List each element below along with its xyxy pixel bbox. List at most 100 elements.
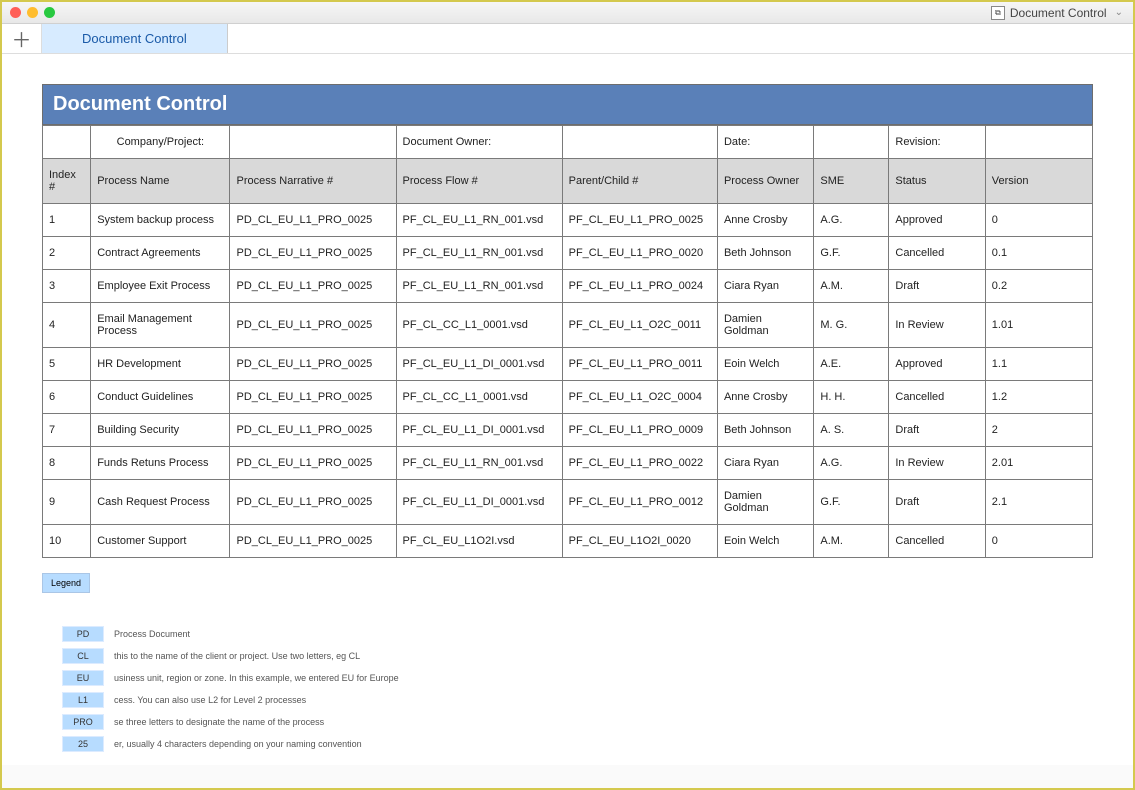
th-flow[interactable]: Process Flow #	[396, 159, 562, 204]
table-row[interactable]: 2Contract AgreementsPD_CL_EU_L1_PRO_0025…	[43, 237, 1093, 270]
th-owner[interactable]: Process Owner	[717, 159, 813, 204]
cell-sme[interactable]: A.M.	[814, 525, 889, 558]
meta-cell[interactable]	[814, 126, 889, 159]
cell-sme[interactable]: A.M.	[814, 270, 889, 303]
cell-status[interactable]: In Review	[889, 447, 985, 480]
cell-pc[interactable]: PF_CL_EU_L1_O2C_0004	[562, 381, 717, 414]
cell-narr[interactable]: PD_CL_EU_L1_PRO_0025	[230, 270, 396, 303]
cell-pc[interactable]: PF_CL_EU_L1_PRO_0025	[562, 204, 717, 237]
cell-name[interactable]: Email Management Process	[91, 303, 230, 348]
th-idx[interactable]: Index #	[43, 159, 91, 204]
th-narr[interactable]: Process Narrative #	[230, 159, 396, 204]
table-row[interactable]: 4Email Management ProcessPD_CL_EU_L1_PRO…	[43, 303, 1093, 348]
cell-flow[interactable]: PF_CL_EU_L1_RN_001.vsd	[396, 447, 562, 480]
maximize-window-icon[interactable]	[44, 7, 55, 18]
cell-flow[interactable]: PF_CL_EU_L1O2I.vsd	[396, 525, 562, 558]
th-pc[interactable]: Parent/Child #	[562, 159, 717, 204]
cell-status[interactable]: Cancelled	[889, 525, 985, 558]
cell-ver[interactable]: 2.1	[985, 480, 1092, 525]
cell-pc[interactable]: PF_CL_EU_L1O2I_0020	[562, 525, 717, 558]
cell-status[interactable]: Draft	[889, 414, 985, 447]
cell-name[interactable]: Conduct Guidelines	[91, 381, 230, 414]
cell-narr[interactable]: PD_CL_EU_L1_PRO_0025	[230, 447, 396, 480]
cell-name[interactable]: Employee Exit Process	[91, 270, 230, 303]
cell-ver[interactable]: 2.01	[985, 447, 1092, 480]
cell-narr[interactable]: PD_CL_EU_L1_PRO_0025	[230, 381, 396, 414]
cell-name[interactable]: HR Development	[91, 348, 230, 381]
close-window-icon[interactable]	[10, 7, 21, 18]
cell-sme[interactable]: H. H.	[814, 381, 889, 414]
meta-date[interactable]: Date:	[717, 126, 813, 159]
table-row[interactable]: 1System backup processPD_CL_EU_L1_PRO_00…	[43, 204, 1093, 237]
tab-document-control[interactable]: Document Control	[42, 24, 228, 53]
cell-owner[interactable]: Damien Goldman	[717, 480, 813, 525]
cell-narr[interactable]: PD_CL_EU_L1_PRO_0025	[230, 348, 396, 381]
cell-ver[interactable]: 0.1	[985, 237, 1092, 270]
th-name[interactable]: Process Name	[91, 159, 230, 204]
cell-name[interactable]: Funds Retuns Process	[91, 447, 230, 480]
cell-pc[interactable]: PF_CL_EU_L1_PRO_0011	[562, 348, 717, 381]
cell-owner[interactable]: Beth Johnson	[717, 237, 813, 270]
cell-owner[interactable]: Beth Johnson	[717, 414, 813, 447]
cell-idx[interactable]: 7	[43, 414, 91, 447]
table-row[interactable]: 8Funds Retuns ProcessPD_CL_EU_L1_PRO_002…	[43, 447, 1093, 480]
meta-cell[interactable]	[985, 126, 1092, 159]
meta-cell[interactable]	[43, 126, 91, 159]
cell-idx[interactable]: 9	[43, 480, 91, 525]
meta-docowner[interactable]: Document Owner:	[396, 126, 562, 159]
cell-idx[interactable]: 10	[43, 525, 91, 558]
cell-ver[interactable]: 1.1	[985, 348, 1092, 381]
cell-status[interactable]: Draft	[889, 270, 985, 303]
cell-idx[interactable]: 3	[43, 270, 91, 303]
meta-cell[interactable]	[562, 126, 717, 159]
table-row[interactable]: 10Customer SupportPD_CL_EU_L1_PRO_0025PF…	[43, 525, 1093, 558]
cell-flow[interactable]: PF_CL_EU_L1_RN_001.vsd	[396, 270, 562, 303]
cell-sme[interactable]: A.G.	[814, 447, 889, 480]
cell-status[interactable]: Cancelled	[889, 381, 985, 414]
cell-owner[interactable]: Eoin Welch	[717, 348, 813, 381]
cell-owner[interactable]: Eoin Welch	[717, 525, 813, 558]
cell-sme[interactable]: A.E.	[814, 348, 889, 381]
th-ver[interactable]: Version	[985, 159, 1092, 204]
th-sme[interactable]: SME	[814, 159, 889, 204]
cell-flow[interactable]: PF_CL_EU_L1_DI_0001.vsd	[396, 480, 562, 525]
cell-narr[interactable]: PD_CL_EU_L1_PRO_0025	[230, 414, 396, 447]
cell-pc[interactable]: PF_CL_EU_L1_PRO_0012	[562, 480, 717, 525]
cell-flow[interactable]: PF_CL_EU_L1_RN_001.vsd	[396, 237, 562, 270]
cell-owner[interactable]: Anne Crosby	[717, 381, 813, 414]
cell-pc[interactable]: PF_CL_EU_L1_PRO_0009	[562, 414, 717, 447]
cell-ver[interactable]: 0	[985, 204, 1092, 237]
cell-idx[interactable]: 2	[43, 237, 91, 270]
cell-ver[interactable]: 0	[985, 525, 1092, 558]
table-row[interactable]: 5HR DevelopmentPD_CL_EU_L1_PRO_0025PF_CL…	[43, 348, 1093, 381]
meta-revision[interactable]: Revision:	[889, 126, 985, 159]
cell-name[interactable]: Customer Support	[91, 525, 230, 558]
cell-narr[interactable]: PD_CL_EU_L1_PRO_0025	[230, 237, 396, 270]
cell-ver[interactable]: 0.2	[985, 270, 1092, 303]
cell-sme[interactable]: A.G.	[814, 204, 889, 237]
table-row[interactable]: 7Building SecurityPD_CL_EU_L1_PRO_0025PF…	[43, 414, 1093, 447]
cell-ver[interactable]: 1.2	[985, 381, 1092, 414]
cell-sme[interactable]: M. G.	[814, 303, 889, 348]
cell-owner[interactable]: Damien Goldman	[717, 303, 813, 348]
cell-flow[interactable]: PF_CL_EU_L1_DI_0001.vsd	[396, 348, 562, 381]
meta-company[interactable]: Company/Project:	[91, 126, 230, 159]
cell-idx[interactable]: 5	[43, 348, 91, 381]
cell-pc[interactable]: PF_CL_EU_L1_O2C_0011	[562, 303, 717, 348]
cell-idx[interactable]: 4	[43, 303, 91, 348]
cell-name[interactable]: Building Security	[91, 414, 230, 447]
cell-flow[interactable]: PF_CL_CC_L1_0001.vsd	[396, 303, 562, 348]
cell-idx[interactable]: 8	[43, 447, 91, 480]
window-title[interactable]: ⧉ Document Control ⌄	[991, 6, 1123, 20]
cell-status[interactable]: Approved	[889, 348, 985, 381]
table-row[interactable]: 9Cash Request ProcessPD_CL_EU_L1_PRO_002…	[43, 480, 1093, 525]
cell-owner[interactable]: Anne Crosby	[717, 204, 813, 237]
cell-flow[interactable]: PF_CL_EU_L1_RN_001.vsd	[396, 204, 562, 237]
cell-status[interactable]: In Review	[889, 303, 985, 348]
cell-pc[interactable]: PF_CL_EU_L1_PRO_0020	[562, 237, 717, 270]
cell-flow[interactable]: PF_CL_EU_L1_DI_0001.vsd	[396, 414, 562, 447]
cell-name[interactable]: Contract Agreements	[91, 237, 230, 270]
cell-name[interactable]: System backup process	[91, 204, 230, 237]
cell-narr[interactable]: PD_CL_EU_L1_PRO_0025	[230, 480, 396, 525]
th-status[interactable]: Status	[889, 159, 985, 204]
